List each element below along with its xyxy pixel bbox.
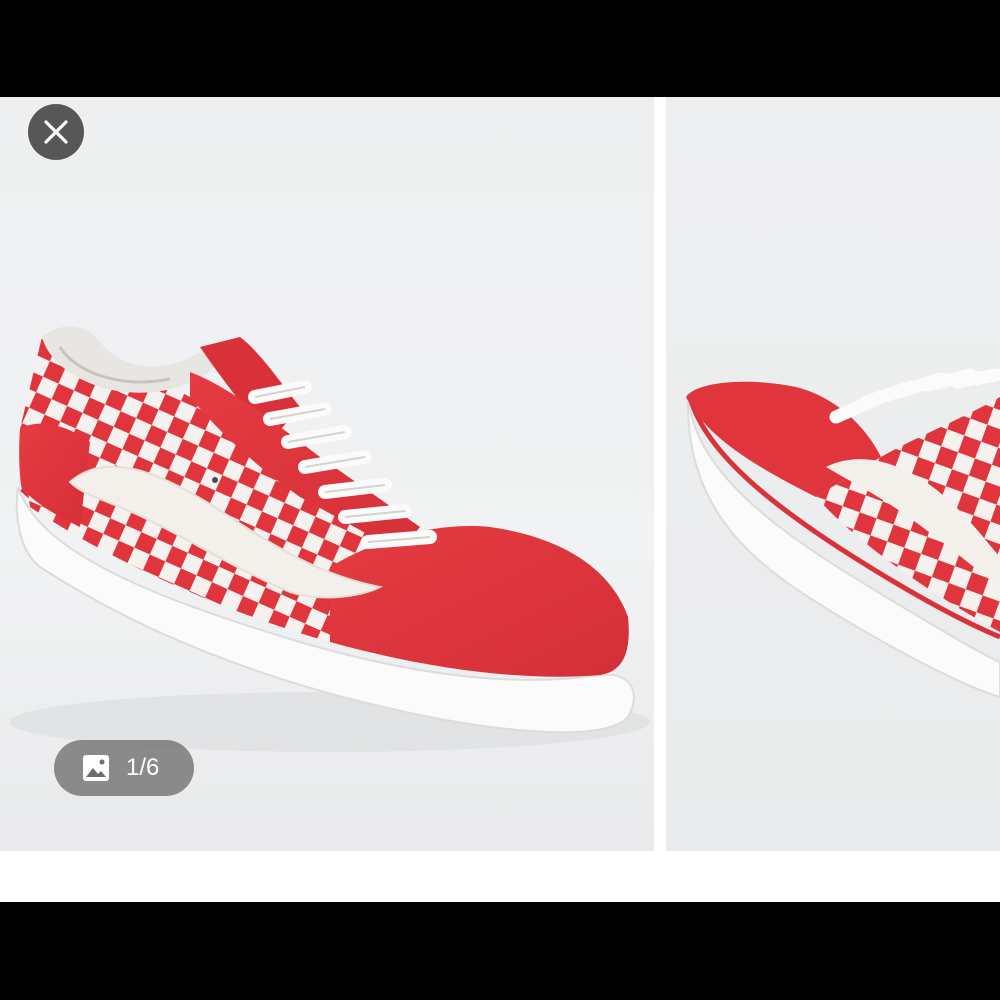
image-counter-pill[interactable]: 1/6 (54, 740, 194, 796)
product-image-current[interactable] (0, 97, 654, 851)
sneaker-illustration (0, 97, 654, 851)
bottom-black-bar (0, 902, 1000, 1000)
sneaker-illustration-next (666, 97, 1000, 851)
image-icon (83, 755, 109, 781)
top-black-bar (0, 0, 1000, 97)
close-icon (44, 120, 68, 144)
close-button[interactable] (28, 104, 84, 160)
image-counter-text: 1/6 (126, 754, 160, 781)
product-image-next[interactable] (666, 97, 1000, 851)
